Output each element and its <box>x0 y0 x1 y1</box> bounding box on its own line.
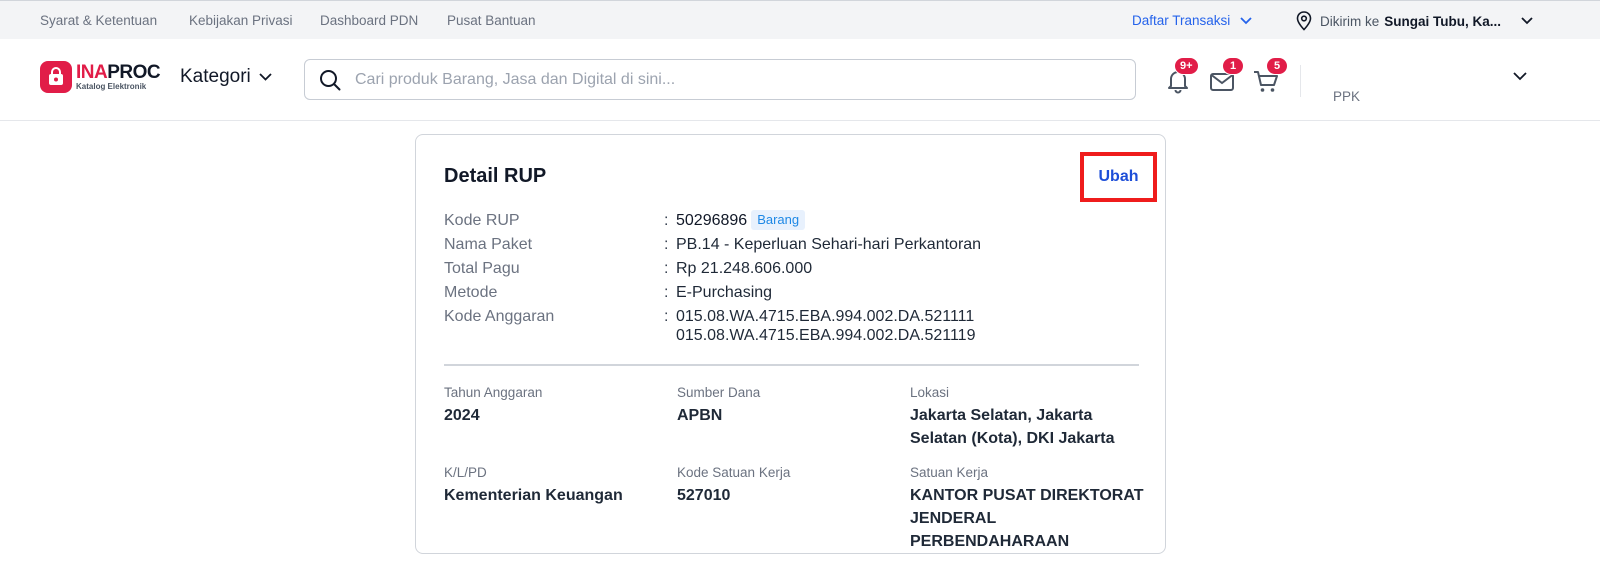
shipping-address-selector[interactable]: Dikirim ke Sungai Tubu, Ka... <box>1296 11 1533 31</box>
detail-label: Kode Anggaran <box>444 308 555 325</box>
chevron-down-icon <box>1521 17 1533 25</box>
search-icon <box>319 69 341 91</box>
category-label: Kategori <box>180 66 251 87</box>
location-pin-icon <box>1296 11 1312 31</box>
info-label: Tahun Anggaran <box>444 385 543 400</box>
chevron-down-icon[interactable] <box>1513 72 1527 81</box>
detail-label: Total Pagu <box>444 260 520 277</box>
info-value: KANTOR PUSAT DIREKTORAT JENDERAL PERBEND… <box>910 487 1144 550</box>
detail-row-nama-paket: Nama Paket : PB.14 - Keperluan Sehari-ha… <box>444 233 1144 257</box>
category-menu-button[interactable]: Kategori <box>180 66 272 88</box>
info-value: Jakarta Selatan, Jakarta Selatan (Kota),… <box>910 407 1115 447</box>
info-value: APBN <box>677 407 723 424</box>
privacy-link[interactable]: Kebijakan Privasi <box>189 13 293 28</box>
detail-row-kode-anggaran: Kode Anggaran : 015.08.WA.4715.EBA.994.0… <box>444 305 1144 345</box>
package-name-value: PB.14 - Keperluan Sehari-hari Perkantora… <box>676 236 982 253</box>
top-utility-bar: Syarat & Ketentuan Kebijakan Privasi Das… <box>0 0 1600 39</box>
search-bar[interactable] <box>304 59 1136 100</box>
chevron-down-icon <box>1240 16 1252 24</box>
detail-row-total-pagu: Total Pagu : Rp 21.248.606.000 <box>444 257 1144 281</box>
info-value: Kementerian Keuangan <box>444 487 623 504</box>
main-header: INAPROC Katalog Elektronik Kategori 9+ 1… <box>0 39 1600 121</box>
info-kode-satuan-kerja: Kode Satuan Kerja 527010 <box>677 465 907 507</box>
info-label: Kode Satuan Kerja <box>677 465 791 480</box>
rup-detail-card: Detail RUP Ubah Kode RUP : 50296896 Baran… <box>415 134 1166 554</box>
total-budget-value: Rp 21.248.606.000 <box>676 260 813 277</box>
info-lokasi: Lokasi Jakarta Selatan, Jakarta Selatan … <box>910 385 1150 450</box>
detail-row-kode-rup: Kode RUP : 50296896 Barang <box>444 209 1144 233</box>
info-label: Sumber Dana <box>677 385 761 400</box>
terms-link[interactable]: Syarat & Ketentuan <box>40 13 157 28</box>
method-value: E-Purchasing <box>676 284 773 301</box>
category-tag: Barang <box>751 210 806 230</box>
messages-button[interactable]: 1 <box>1208 57 1244 95</box>
dashboard-pdn-link[interactable]: Dashboard PDN <box>320 13 418 28</box>
info-tahun-anggaran: Tahun Anggaran 2024 <box>444 385 674 427</box>
transactions-label: Daftar Transaksi <box>1132 13 1231 28</box>
help-center-link[interactable]: Pusat Bantuan <box>447 13 536 28</box>
budget-code-value: 015.08.WA.4715.EBA.994.002.DA.521119 <box>676 327 976 344</box>
notification-button[interactable]: 9+ <box>1164 57 1199 95</box>
notification-count-badge: 9+ <box>1174 57 1199 75</box>
ship-address: Sungai Tubu, Ka... <box>1384 13 1501 29</box>
shopping-bag-icon <box>40 61 72 93</box>
user-role: PPK <box>1333 89 1361 104</box>
info-satuan-kerja: Satuan Kerja KANTOR PUSAT DIREKTORAT JEN… <box>910 465 1150 553</box>
info-value: 527010 <box>677 487 731 504</box>
detail-row-metode: Metode : E-Purchasing <box>444 281 1144 305</box>
rup-detail-list: Kode RUP : 50296896 Barang Nama Paket : P… <box>444 209 1144 345</box>
logo-subtitle: Katalog Elektronik <box>76 82 147 91</box>
cart-button[interactable]: 5 <box>1252 57 1288 95</box>
inaproc-logo[interactable]: INAPROC Katalog Elektronik <box>40 61 161 93</box>
message-count-badge: 1 <box>1222 57 1244 75</box>
section-divider <box>444 364 1139 366</box>
logo-wordmark: INAPROC <box>76 62 161 83</box>
detail-label: Kode RUP <box>444 212 520 229</box>
cart-count-badge: 5 <box>1266 57 1288 75</box>
detail-label: Metode <box>444 284 498 301</box>
info-label: K/L/PD <box>444 465 487 480</box>
card-title: Detail RUP <box>444 165 547 187</box>
transactions-dropdown[interactable]: Daftar Transaksi <box>1132 13 1252 28</box>
budget-code-value: 015.08.WA.4715.EBA.994.002.DA.521111 <box>676 308 975 325</box>
chevron-down-icon <box>259 73 272 81</box>
detail-label: Nama Paket <box>444 236 533 253</box>
rup-code-value: 50296896 <box>676 212 748 229</box>
edit-button[interactable]: Ubah <box>1080 152 1157 202</box>
info-label: Lokasi <box>910 385 950 400</box>
info-sumber-dana: Sumber Dana APBN <box>677 385 907 427</box>
search-input[interactable] <box>355 70 1095 89</box>
info-value: 2024 <box>444 407 480 424</box>
info-label: Satuan Kerja <box>910 465 989 480</box>
header-divider <box>1300 65 1301 97</box>
info-klpd: K/L/PD Kementerian Keuangan <box>444 465 674 507</box>
ship-label: Dikirim ke <box>1320 13 1380 29</box>
